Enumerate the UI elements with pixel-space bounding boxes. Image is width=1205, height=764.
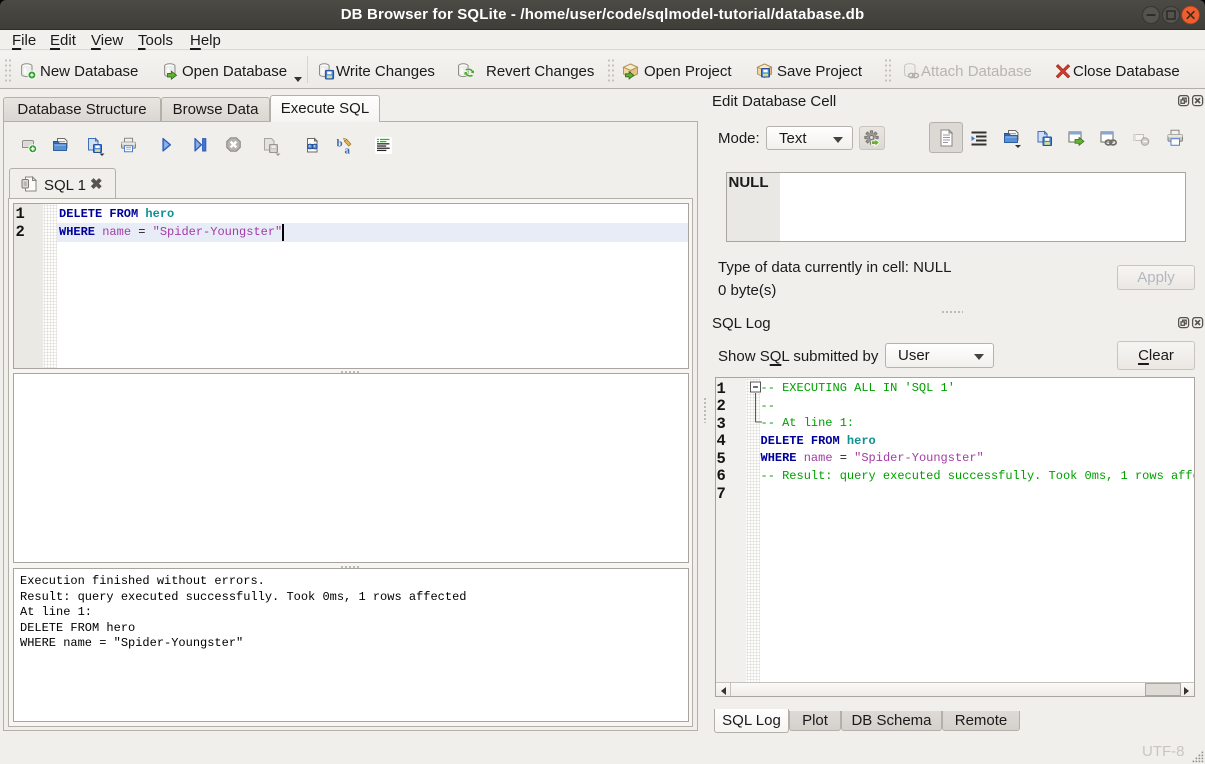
svg-text:a: a (345, 145, 351, 156)
svg-text:b: b (337, 138, 343, 150)
